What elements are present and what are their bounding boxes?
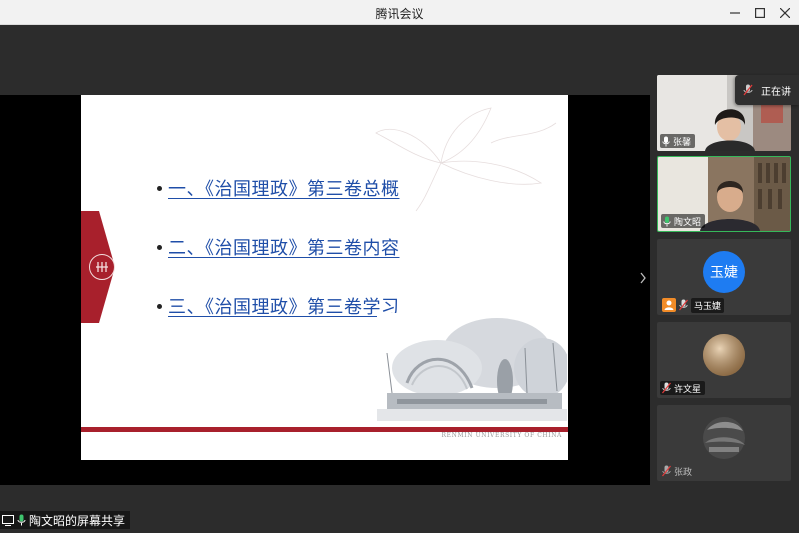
participant-name-tag: 张馨 (660, 134, 696, 148)
presentation-slide: 一、《治国理政》第三卷总概 二、《治国理政》第三卷内容 三、《治国理政》第三卷学… (81, 95, 568, 460)
mic-muted-icon (662, 465, 671, 477)
avatar: 玉婕 (703, 251, 745, 293)
participant-name: 许文星 (674, 384, 702, 395)
mic-on-icon (17, 514, 26, 526)
close-icon (780, 7, 790, 18)
participant-name-tag: 马玉婕 (660, 297, 728, 313)
participant-name: 陶文昭 (674, 217, 702, 228)
slide-link-1[interactable]: 一、《治国理政》第三卷总概 (168, 175, 400, 201)
close-button[interactable] (770, 0, 799, 25)
participant-tile[interactable]: 许文星 (657, 322, 791, 398)
university-name: RENMIN UNIVERSITY OF CHINA (441, 432, 562, 439)
bullet-dot (157, 244, 162, 250)
screen-share-owner: 陶文昭的屏幕共享 (29, 513, 126, 528)
mic-on-icon (662, 136, 670, 146)
mic-muted-icon (679, 299, 688, 311)
participant-name: 马玉婕 (691, 297, 725, 313)
university-emblem-icon (89, 254, 115, 280)
meeting-window: 腾讯会议 一、《治国理政》第三卷总概 二、《治国理政》第三卷内容 三、《治国理政… (0, 0, 799, 533)
slide-item-1: 一、《治国理政》第三卷总概 (157, 175, 400, 201)
bullet-dot (157, 303, 162, 309)
participant-tile-active[interactable]: 陶文昭 (657, 156, 791, 232)
screen-share-label: 陶文昭的屏幕共享 (0, 511, 131, 529)
magnolia-watermark-icon (375, 107, 557, 212)
minimize-icon (730, 11, 740, 14)
mic-muted-icon (662, 382, 671, 394)
chevron-right-icon (640, 272, 646, 284)
participant-tile[interactable]: 张政 (657, 405, 791, 481)
mic-on-icon (663, 216, 671, 226)
speaking-indicator: 正在讲 (735, 75, 799, 105)
host-user-icon (662, 298, 676, 312)
bullet-dot (157, 185, 162, 191)
screen-share-icon (2, 514, 14, 526)
participant-name-tag: 陶文昭 (661, 214, 706, 228)
mic-muted-icon (743, 84, 753, 96)
window-title: 腾讯会议 (375, 7, 424, 21)
slide-item-2: 二、《治国理政》第三卷内容 (157, 234, 400, 260)
speaking-text: 正在讲 (761, 86, 791, 98)
participant-tile[interactable]: 玉婕 马玉婕 (657, 239, 791, 315)
participant-name: 张馨 (673, 137, 692, 148)
participant-name-tag: 许文星 (660, 381, 706, 395)
participant-name: 张政 (674, 467, 693, 478)
title-bar: 腾讯会议 (0, 0, 799, 25)
maximize-icon (755, 7, 765, 18)
slide-item-3: 三、《治国理政》第三卷学习 (157, 293, 400, 319)
participant-name-tag: 张政 (660, 464, 696, 478)
campus-sketch-image (377, 313, 567, 429)
slide-link-2[interactable]: 二、《治国理政》第三卷内容 (168, 234, 400, 260)
slide-link-3[interactable]: 三、《治国理政》第三卷学习 (168, 293, 400, 319)
expand-sidebar-button[interactable] (636, 268, 650, 288)
